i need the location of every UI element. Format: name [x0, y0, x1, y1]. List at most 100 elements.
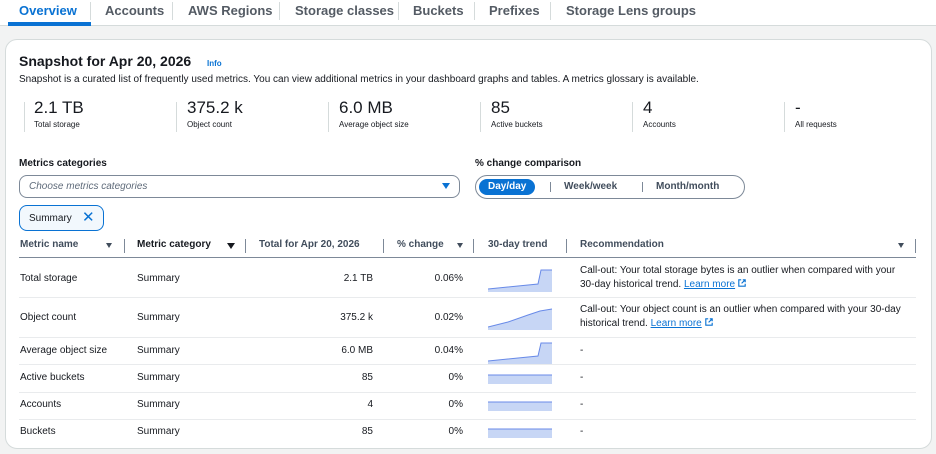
- cell-change: 0%: [448, 399, 463, 410]
- table-header-divider: [19, 257, 916, 258]
- kpi-object-count: 375.2 k Object count: [187, 98, 243, 129]
- cell-change: 0%: [448, 426, 463, 437]
- trend-sparkline: [488, 342, 552, 364]
- column-header-recommendation[interactable]: Recommendation: [580, 239, 664, 250]
- trend-sparkline: [488, 428, 552, 438]
- cell-total: 2.1 TB: [343, 273, 373, 284]
- cell-recommendation: -: [580, 372, 584, 383]
- snapshot-card: Snapshot for Apr 20, 2026 Info Snapshot …: [5, 39, 932, 449]
- cell-metric-category: Summary: [137, 345, 180, 356]
- kpi-accounts: 4 Accounts: [643, 98, 676, 129]
- external-link-icon: [738, 279, 746, 287]
- tab-accounts[interactable]: Accounts: [105, 0, 164, 26]
- tab-divider: [279, 2, 280, 20]
- segment-month-month[interactable]: Month/month: [656, 179, 719, 195]
- cell-metric-name: Total storage: [20, 273, 78, 284]
- tab-divider: [90, 2, 91, 20]
- select-placeholder: Choose metrics categories: [29, 181, 148, 192]
- column-divider: [245, 239, 246, 253]
- kpi-divider: [176, 102, 177, 132]
- metrics-categories-label: Metrics categories: [19, 158, 107, 169]
- tab-storage-classes[interactable]: Storage classes: [295, 0, 394, 26]
- kpi-active-buckets: 85 Active buckets: [491, 98, 543, 129]
- cell-change: 0%: [448, 372, 463, 383]
- cell-change: 0.06%: [434, 273, 463, 284]
- sort-caret-icon[interactable]: [227, 243, 235, 249]
- kpi-value: 4: [643, 98, 653, 117]
- sort-caret-icon[interactable]: [106, 243, 112, 248]
- info-link[interactable]: Info: [207, 59, 222, 68]
- kpi-value: 375.2 k: [187, 98, 243, 117]
- caret-down-icon: [442, 183, 450, 189]
- sort-caret-icon[interactable]: [457, 243, 463, 248]
- cell-metric-name: Active buckets: [20, 372, 85, 383]
- tab-divider: [172, 2, 173, 20]
- column-divider: [473, 239, 474, 253]
- summary-filter-token: Summary ✕: [19, 205, 104, 231]
- cell-total: 85: [361, 372, 373, 383]
- segment-week-week[interactable]: Week/week: [564, 179, 617, 195]
- kpi-value: -: [795, 98, 801, 117]
- kpi-label: Accounts: [643, 120, 676, 129]
- kpi-divider: [328, 102, 329, 132]
- cell-metric-name: Buckets: [20, 426, 56, 437]
- row-divider: [19, 337, 916, 338]
- segment-divider: [642, 182, 643, 192]
- tab-storage-lens-groups[interactable]: Storage Lens groups: [566, 0, 696, 26]
- kpi-value: 6.0 MB: [339, 98, 393, 117]
- kpi-average-object-size: 6.0 MB Average object size: [339, 98, 409, 129]
- column-divider: [124, 239, 125, 253]
- kpi-value: 2.1 TB: [34, 98, 84, 117]
- learn-more-link[interactable]: Learn more: [651, 318, 702, 329]
- cell-metric-name: Object count: [20, 312, 77, 323]
- snapshot-title: Snapshot for Apr 20, 2026: [19, 53, 192, 69]
- cell-total: 4: [367, 399, 373, 410]
- kpi-label: Average object size: [339, 120, 409, 129]
- metrics-categories-select[interactable]: Choose metrics categories: [19, 175, 460, 198]
- trend-sparkline: [488, 308, 553, 330]
- cell-metric-category: Summary: [137, 312, 180, 323]
- column-header-total[interactable]: Total for Apr 20, 2026: [259, 239, 360, 250]
- column-header-change[interactable]: % change: [397, 239, 444, 250]
- active-tab-indicator: [8, 22, 91, 26]
- snapshot-description: Snapshot is a curated list of frequently…: [19, 74, 699, 85]
- tab-aws-regions[interactable]: AWS Regions: [188, 0, 273, 26]
- kpi-label: Active buckets: [491, 120, 543, 129]
- cell-metric-category: Summary: [137, 426, 180, 437]
- kpi-divider: [784, 102, 785, 132]
- tab-bar: Overview Accounts AWS Regions Storage cl…: [0, 0, 936, 26]
- learn-more-link[interactable]: Learn more: [684, 279, 735, 290]
- tab-prefixes[interactable]: Prefixes: [489, 0, 540, 26]
- trend-sparkline: [488, 269, 552, 292]
- cell-recommendation: Call-out: Your total storage bytes is an…: [580, 264, 910, 292]
- cell-metric-category: Summary: [137, 273, 180, 284]
- kpi-divider: [632, 102, 633, 132]
- cell-total: 375.2 k: [340, 312, 373, 323]
- kpi-label: Object count: [187, 120, 232, 129]
- kpi-divider: [480, 102, 481, 132]
- kpi-all-requests: - All requests: [795, 98, 837, 129]
- cell-metric-category: Summary: [137, 372, 180, 383]
- segment-day-day[interactable]: Day/day: [479, 179, 536, 195]
- cell-recommendation: -: [580, 426, 584, 437]
- column-header-metric-name[interactable]: Metric name: [20, 239, 78, 250]
- cell-metric-category: Summary: [137, 399, 180, 410]
- tab-buckets[interactable]: Buckets: [413, 0, 464, 26]
- cell-recommendation: -: [580, 399, 584, 410]
- cell-metric-name: Accounts: [20, 399, 62, 410]
- sort-caret-icon[interactable]: [898, 243, 904, 248]
- column-divider: [915, 239, 916, 253]
- kpi-value: 85: [491, 98, 510, 117]
- cell-recommendation: Call-out: Your object count is an outlie…: [580, 303, 910, 331]
- trend-sparkline: [488, 374, 552, 384]
- kpi-label: Total storage: [34, 120, 80, 129]
- column-header-metric-category[interactable]: Metric category: [137, 239, 211, 250]
- token-label: Summary: [29, 213, 72, 224]
- kpi-label: All requests: [795, 120, 837, 129]
- cell-total: 6.0 MB: [341, 345, 373, 356]
- close-icon[interactable]: ✕: [82, 209, 95, 227]
- kpi-divider: [24, 102, 25, 132]
- cell-change: 0.04%: [434, 345, 463, 356]
- trend-sparkline: [488, 401, 552, 411]
- row-divider: [19, 297, 916, 298]
